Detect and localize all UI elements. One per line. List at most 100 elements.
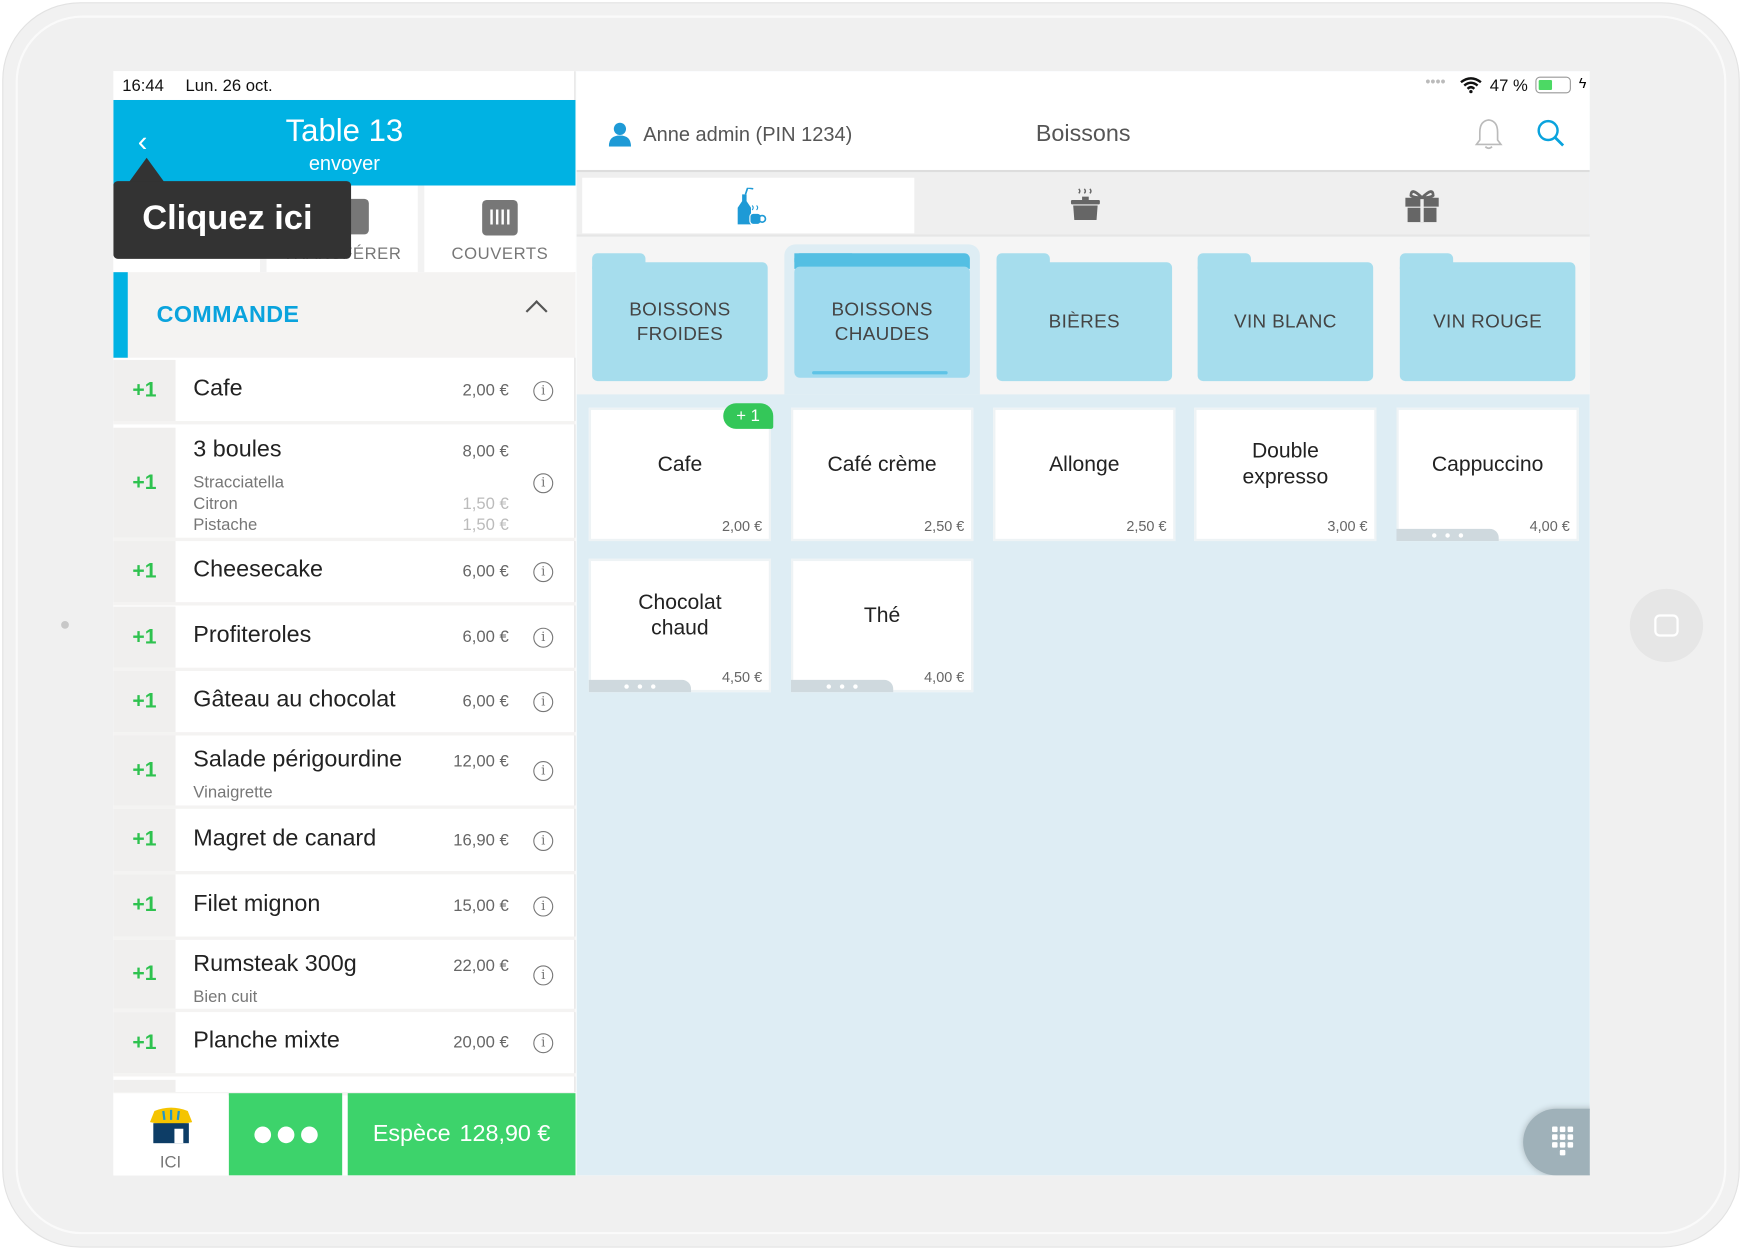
tooltip[interactable]: Cliquez ici (113, 181, 352, 259)
info-icon[interactable]: i (533, 965, 554, 986)
item-quantity[interactable]: +1 (113, 735, 176, 806)
info-icon[interactable]: i (533, 381, 554, 402)
more-options-button[interactable] (228, 1093, 343, 1176)
product-card[interactable]: Allonge 2,50 € (993, 407, 1176, 542)
order-item[interactable]: +1 Gâteau au chocolat 6,00 € i (113, 671, 576, 736)
chevron-up-icon[interactable] (525, 300, 548, 323)
item-price: 6,00 € (462, 692, 509, 712)
order-item[interactable]: +1 Rumsteak 300g 22,00 € Bien cuit i (113, 939, 576, 1013)
order-item[interactable]: +1 Cafe 2,00 € i (113, 359, 576, 425)
battery-icon (1535, 76, 1571, 94)
product-card[interactable]: Chocolat chaud 4,50 € (588, 558, 772, 693)
item-quantity[interactable]: +1 (113, 359, 176, 422)
item-name: Rumsteak 300g (193, 950, 357, 977)
catalog-panel: •••• 47 % ϟ Anne admin (PIN 1234) Boisso… (576, 71, 1590, 1176)
covers-button[interactable]: ǀǀǀǀ COUVERTS (424, 185, 576, 273)
screen: 16:44 Lun. 26 oct. ‹ Table 13 envoyer TR… (113, 71, 1590, 1176)
quantity-badge: + 1 (722, 403, 774, 429)
item-name: Planche mixte (193, 1027, 340, 1054)
order-item[interactable]: +1 Planche mixte 20,00 € i (113, 1012, 576, 1077)
info-icon[interactable]: i (533, 473, 554, 494)
tooltip-arrow (128, 157, 165, 183)
item-name: Profiteroles (193, 622, 312, 648)
status-bar-right: •••• 47 % ϟ (576, 71, 1590, 100)
product-price: 2,50 € (1126, 517, 1167, 535)
location-button[interactable]: ICI (113, 1093, 228, 1176)
product-card[interactable]: Cappuccino 4,00 € (1396, 407, 1579, 542)
product-card[interactable]: Cafe 2,00 € + 1 (588, 403, 774, 542)
folder-vin-blanc[interactable]: VIN BLANC (1197, 253, 1374, 382)
product-price: 4,00 € (1529, 517, 1570, 535)
product-name-wrap: Thé (793, 561, 971, 670)
product-card[interactable]: Double expresso 3,00 € (1194, 407, 1377, 542)
item-price: 16,90 € (453, 831, 509, 850)
folder-vin-rouge[interactable]: VIN ROUGE (1399, 253, 1576, 382)
info-icon[interactable]: i (533, 692, 554, 713)
order-item[interactable]: +1 Filet mignon 15,00 € i (113, 874, 576, 940)
info-icon[interactable]: i (533, 627, 554, 648)
item-quantity[interactable]: +1 (113, 541, 176, 603)
product-name-wrap: Double expresso (1197, 410, 1375, 519)
tab-drinks[interactable] (582, 177, 915, 234)
folder-label: BIÈRES (1048, 310, 1120, 332)
item-modifier: Bien cuit (193, 987, 258, 1007)
folder-label: VIN ROUGE (1433, 310, 1543, 332)
folder-boissons-froides[interactable]: BOISSONS FROIDES (592, 253, 768, 382)
bell-icon[interactable] (1474, 118, 1503, 151)
item-price: 15,00 € (453, 896, 509, 916)
status-time: 16:44 (122, 76, 164, 96)
item-quantity[interactable]: +1 (113, 1012, 176, 1074)
table-header[interactable]: ‹ Table 13 envoyer (113, 99, 576, 186)
info-icon[interactable]: i (533, 896, 554, 917)
tab-hot-food[interactable] (915, 178, 1252, 234)
item-name: Salade périgourdine (193, 746, 403, 773)
item-quantity[interactable]: +1 (113, 671, 176, 733)
more-options-icon[interactable] (1396, 528, 1499, 542)
info-icon[interactable]: i (533, 761, 554, 782)
location-label: ICI (159, 1153, 182, 1173)
item-name: Magret de canard (193, 825, 377, 852)
shop-icon (149, 1107, 193, 1144)
product-card[interactable]: Thé 4,00 € (791, 558, 974, 693)
info-icon[interactable]: i (533, 1033, 554, 1054)
product-name-wrap: Chocolat chaud (591, 561, 769, 670)
tab-gifts[interactable] (1252, 178, 1589, 234)
item-quantity[interactable]: +1 (113, 606, 176, 668)
item-modifier: Vinaigrette (193, 783, 273, 803)
product-name: Double expresso (1242, 439, 1329, 489)
gift-icon (1405, 190, 1439, 223)
item-quantity[interactable]: +1 (113, 427, 176, 538)
order-item[interactable]: +1 Magret de canard 16,90 € i (113, 808, 576, 875)
status-date: Lun. 26 oct. (185, 76, 273, 96)
more-options-icon[interactable] (791, 679, 894, 693)
order-item[interactable]: +1 3 boules 8,00 € Stracciatella Citron 1,50 … (113, 427, 576, 542)
order-item[interactable]: +1 Profiteroles 6,00 € i (113, 606, 576, 672)
product-price: 2,50 € (924, 517, 965, 535)
product-price: 2,00 € (721, 517, 763, 535)
keypad-button[interactable] (1523, 1108, 1590, 1176)
more-options-icon[interactable] (588, 679, 692, 693)
product-name-wrap: Allonge (995, 410, 1173, 519)
camera-dot (61, 621, 69, 629)
order-item[interactable]: +1 Salade périgourdine 12,00 € Vinaigrette i (113, 735, 576, 809)
wifi-icon (1460, 77, 1482, 94)
search-icon[interactable] (1536, 119, 1565, 148)
folder-bières[interactable]: BIÈRES (996, 253, 1173, 382)
product-card[interactable]: Café crème 2,50 € (791, 407, 974, 542)
info-icon[interactable]: i (533, 831, 554, 852)
folder-body: BOISSONS CHAUDES (794, 266, 970, 378)
order-item[interactable]: +1 Cheesecake 6,00 € i (113, 541, 576, 606)
item-quantity[interactable]: +1 (113, 874, 176, 937)
folder-boissons-chaudes[interactable]: BOISSONS CHAUDES (794, 253, 970, 381)
folder-row: BOISSONS FROIDES BOISSONS CHAUDES BIÈRES VI… (576, 236, 1590, 395)
send-label[interactable]: envoyer (113, 152, 575, 175)
item-price: 6,00 € (462, 627, 509, 647)
order-section-header[interactable]: COMMANDE (113, 272, 576, 358)
item-quantity[interactable]: +1 (113, 808, 176, 872)
item-quantity[interactable]: +1 (113, 939, 176, 1009)
info-icon[interactable]: i (533, 562, 554, 583)
folder-body: VIN ROUGE (1399, 262, 1576, 382)
home-button[interactable] (1629, 588, 1704, 663)
pay-button[interactable]: Espèce 128,90 € (347, 1093, 576, 1176)
item-quantity (113, 1079, 176, 1093)
